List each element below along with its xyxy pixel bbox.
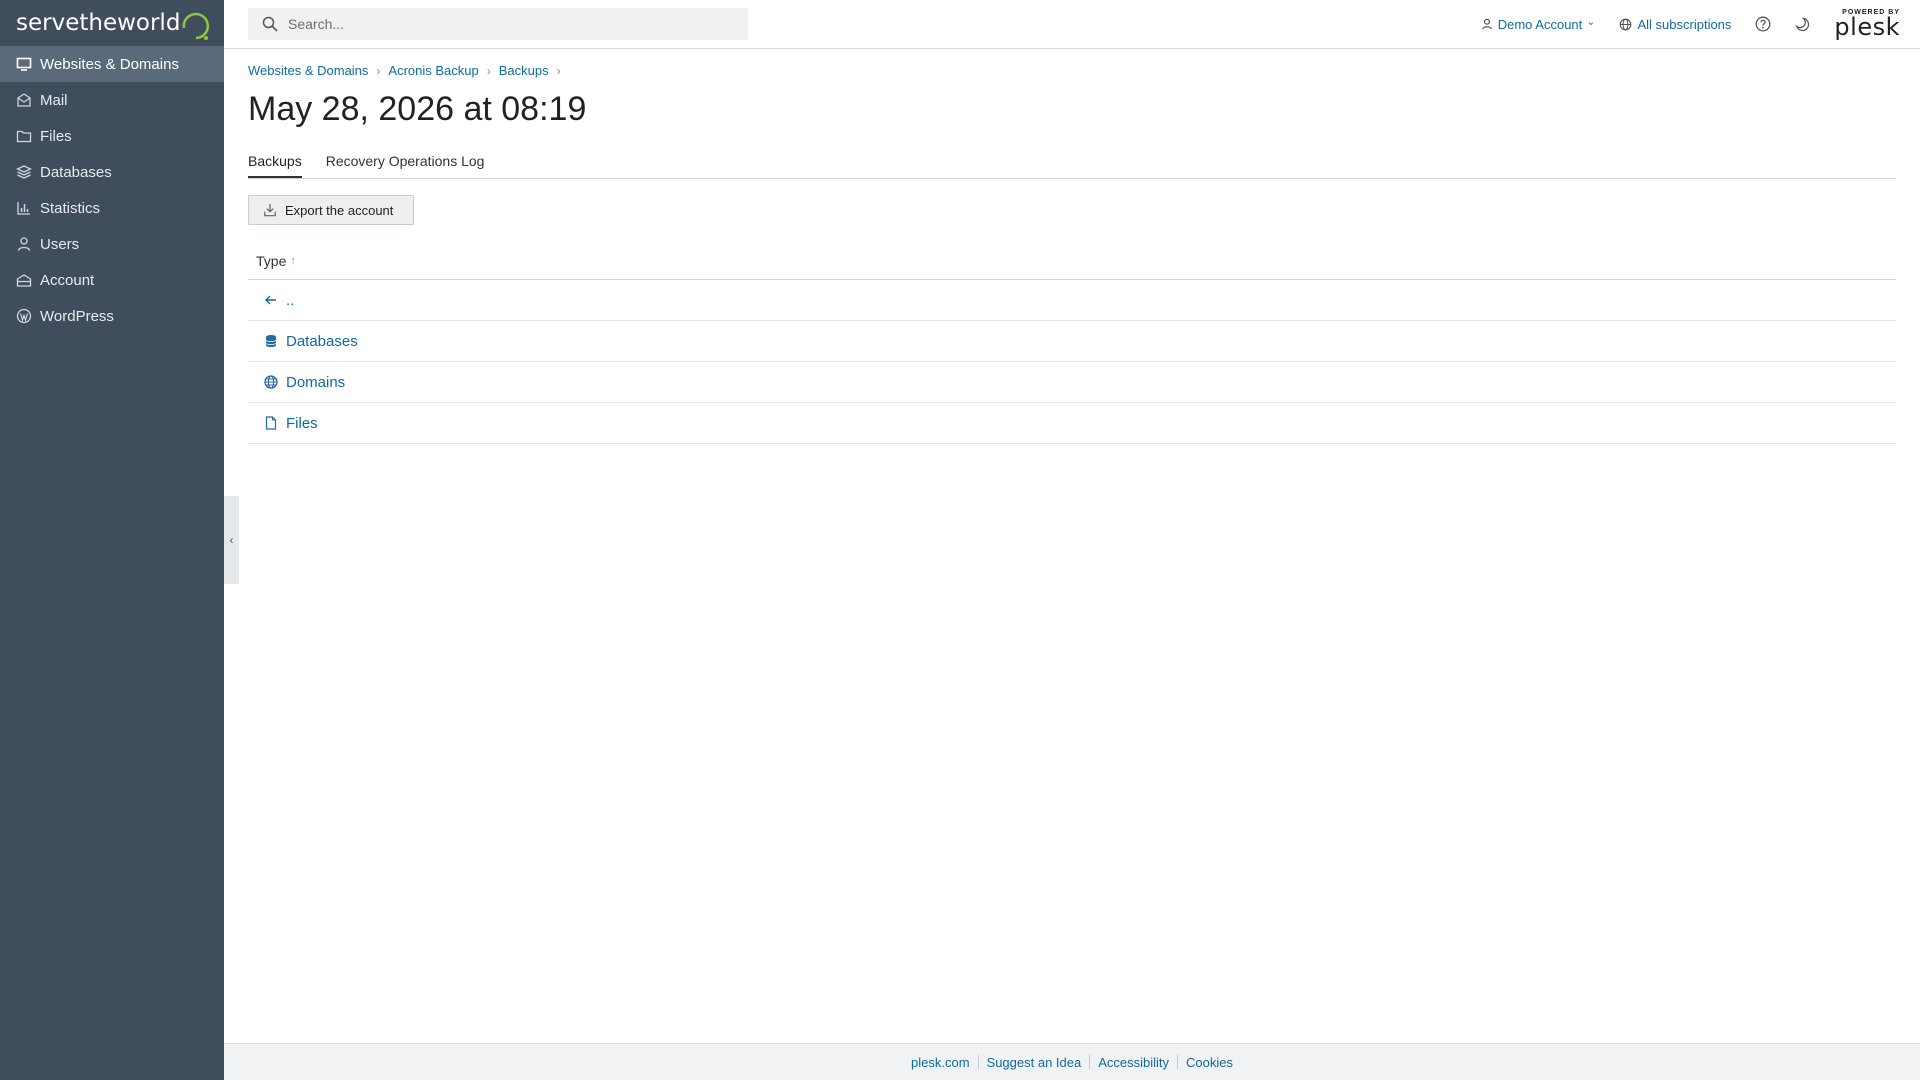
footer-link-cookies[interactable]: Cookies [1186, 1055, 1233, 1070]
chevron-right-icon: › [486, 63, 491, 78]
export-account-label: Export the account [285, 202, 394, 218]
breadcrumb-acronis-backup[interactable]: Acronis Backup [388, 63, 478, 78]
backup-content-list: Type ↑ .. Databases Domains Files [248, 243, 1896, 444]
footer-divider [1177, 1055, 1179, 1069]
search-box[interactable] [248, 8, 748, 40]
list-item-domains[interactable]: Domains [248, 362, 1896, 403]
search-input[interactable] [286, 15, 730, 33]
mail-icon [16, 92, 32, 108]
page-title: May 28, 2026 at 08:19 [248, 90, 587, 128]
chevron-right-icon: › [556, 63, 561, 78]
sidebar-item-label: Mail [40, 91, 68, 109]
sidebar-item-databases[interactable]: Databases [0, 154, 224, 190]
breadcrumb-backups[interactable]: Backups [499, 63, 549, 78]
sort-ascending-icon: ↑ [290, 255, 296, 267]
powered-by-plesk-logo[interactable]: POWERED BY plesk [1834, 9, 1900, 39]
all-subscriptions-link[interactable]: All subscriptions [1619, 17, 1731, 32]
chevron-left-icon: ‹ [229, 533, 234, 547]
database-icon [264, 334, 278, 348]
footer-link-suggest-idea[interactable]: Suggest an Idea [987, 1055, 1082, 1070]
search-icon [262, 16, 278, 32]
bar-chart-icon [16, 200, 32, 216]
sidebar-item-wordpress[interactable]: WordPress [0, 298, 224, 334]
wordpress-icon [16, 308, 32, 324]
user-icon [16, 236, 32, 252]
sidebar-item-label: Databases [40, 163, 112, 181]
toolbar: Export the account [248, 195, 1896, 225]
export-icon [263, 203, 277, 217]
folder-icon [16, 128, 32, 144]
chevron-down-icon: ⌄ [1586, 15, 1596, 28]
sidebar-nav: Websites & Domains Mail Files Databases … [0, 46, 224, 334]
help-icon[interactable] [1755, 16, 1771, 32]
breadcrumb: Websites & Domains › Acronis Backup › Ba… [248, 63, 1896, 78]
sidebar-item-label: Statistics [40, 199, 101, 217]
list-item-databases[interactable]: Databases [248, 321, 1896, 362]
footer-divider [977, 1055, 979, 1069]
tabs: Backups Recovery Operations Log [248, 148, 1896, 179]
tab-backups[interactable]: Backups [248, 148, 302, 178]
plesk-wordmark: plesk [1834, 13, 1900, 41]
account-menu-label: Demo Account [1497, 16, 1583, 32]
monitor-icon [16, 56, 32, 72]
dark-mode-icon[interactable] [1795, 16, 1810, 32]
globe-icon [1619, 18, 1632, 31]
footer-link-accessibility[interactable]: Accessibility [1098, 1055, 1169, 1070]
list-item-link[interactable]: Files [286, 415, 318, 432]
list-item-link[interactable]: Databases [286, 333, 358, 350]
file-icon [264, 416, 278, 430]
database-icon [16, 164, 32, 180]
sidebar: servetheworld Websites & Domains Mail Fi… [0, 0, 224, 1080]
globe-icon [264, 375, 278, 389]
list-item-link[interactable]: .. [286, 292, 294, 309]
account-menu[interactable]: Demo Account ⌄ [1481, 15, 1596, 32]
all-subscriptions-label: All subscriptions [1637, 16, 1732, 32]
sidebar-item-label: Users [40, 235, 80, 253]
list-item-files[interactable]: Files [248, 403, 1896, 444]
sidebar-item-statistics[interactable]: Statistics [0, 190, 224, 226]
breadcrumb-websites-domains[interactable]: Websites & Domains [248, 63, 368, 78]
sidebar-item-label: WordPress [40, 307, 114, 325]
sidebar-item-account[interactable]: Account [0, 262, 224, 298]
tab-recovery-operations-log[interactable]: Recovery Operations Log [326, 148, 485, 178]
sidebar-item-websites-domains[interactable]: Websites & Domains [0, 46, 224, 82]
list-item-parent[interactable]: .. [248, 280, 1896, 321]
column-header-type[interactable]: Type ↑ [248, 243, 1896, 280]
main-content: Websites & Domains › Acronis Backup › Ba… [248, 48, 1896, 444]
sidebar-item-label: Files [40, 127, 72, 145]
list-item-link[interactable]: Domains [286, 374, 345, 391]
sidebar-item-label: Websites & Domains [40, 55, 179, 73]
top-bar: Demo Account ⌄ All subscriptions POWERED… [224, 0, 1920, 49]
sidebar-item-label: Account [40, 271, 95, 289]
account-icon [16, 272, 32, 288]
chevron-right-icon: › [376, 63, 381, 78]
arrow-left-icon [264, 293, 278, 307]
sidebar-item-users[interactable]: Users [0, 226, 224, 262]
top-right-controls: Demo Account ⌄ All subscriptions POWERED… [1481, 0, 1900, 48]
sidebar-item-files[interactable]: Files [0, 118, 224, 154]
export-account-button[interactable]: Export the account [248, 195, 415, 225]
footer-link-plesk[interactable]: plesk.com [911, 1055, 970, 1070]
column-header-label: Type [256, 253, 287, 269]
svg-text:servetheworld: servetheworld [16, 10, 180, 36]
footer-divider [1089, 1055, 1091, 1069]
sidebar-collapse-handle[interactable]: ‹ [224, 496, 239, 584]
user-icon [1481, 18, 1493, 30]
sidebar-item-mail[interactable]: Mail [0, 82, 224, 118]
footer: plesk.com Suggest an Idea Accessibility … [224, 1043, 1920, 1080]
servetheworld-logo[interactable]: servetheworld [16, 4, 216, 44]
